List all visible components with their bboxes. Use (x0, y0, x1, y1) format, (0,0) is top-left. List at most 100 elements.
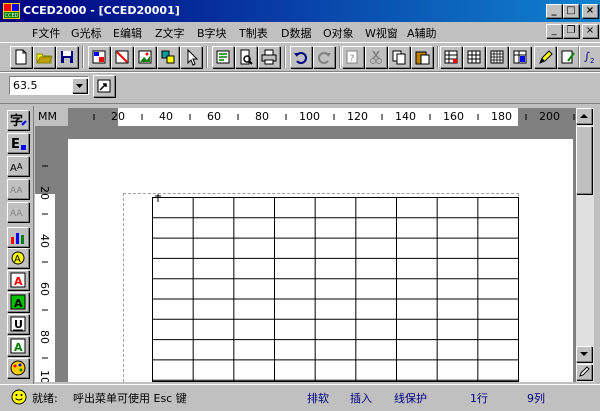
chart-button[interactable] (7, 227, 29, 247)
scroll-up-button[interactable] (576, 108, 592, 124)
pen-button[interactable] (534, 46, 556, 68)
select-button[interactable] (180, 46, 202, 68)
svg-text:A: A (10, 163, 17, 174)
font-color-box-icon: A (10, 338, 26, 354)
cut-button[interactable] (365, 46, 387, 68)
doc-close-button[interactable]: × (582, 24, 598, 38)
insert-image-button[interactable] (134, 46, 156, 68)
undo-button[interactable] (290, 46, 312, 68)
draw-line-button[interactable] (111, 46, 133, 68)
typeset-button[interactable] (212, 46, 234, 68)
new-button[interactable] (10, 46, 32, 68)
layout-button[interactable] (88, 46, 110, 68)
svg-text:字: 字 (10, 113, 23, 129)
underline-button[interactable]: U (7, 314, 29, 334)
find-button[interactable]: ? (342, 46, 364, 68)
font-color-box-button[interactable]: A (7, 336, 29, 356)
palette-button[interactable] (7, 358, 29, 378)
font-style-button[interactable]: 字 (7, 110, 29, 130)
edit-doc-button[interactable] (557, 46, 579, 68)
underline-icon: U (10, 316, 26, 332)
apply-size-button[interactable] (93, 75, 115, 97)
table-draw-icon (513, 50, 527, 64)
print-preview-icon (240, 49, 253, 65)
formula-icon: ∫ 2 (584, 50, 594, 65)
font-scale-button[interactable]: AA (7, 156, 29, 176)
ruler-label: 40 (38, 234, 51, 248)
table-grid[interactable] (152, 197, 520, 382)
text-e-button[interactable]: E (7, 133, 29, 153)
ruler-corner: MM (35, 108, 68, 126)
window-title: CCED2000 - [CCED20001] (23, 4, 180, 17)
scroll-down-button[interactable] (576, 346, 592, 362)
table-format-button[interactable] (440, 46, 462, 68)
text-cursor-icon (155, 194, 161, 202)
menu-object[interactable]: O对象 (323, 25, 354, 41)
vertical-scrollbar[interactable] (576, 108, 594, 382)
toolbar-separator (206, 46, 208, 68)
copy-icon (392, 50, 406, 65)
scroll-thumb[interactable] (576, 126, 592, 194)
object-button[interactable] (157, 46, 179, 68)
maximize-icon: □ (566, 5, 576, 16)
menu-file[interactable]: F文件 (32, 25, 60, 41)
color-font-button[interactable]: A (7, 248, 29, 268)
menu-edit[interactable]: E编辑 (113, 25, 142, 41)
image-icon (138, 50, 152, 64)
horizontal-ruler[interactable]: 20 40 60 80 100 120 140 160 180 200 (68, 108, 576, 126)
redo-button[interactable] (313, 46, 335, 68)
status-typeset-mode[interactable]: 排软 (307, 390, 329, 406)
menu-table[interactable]: T制表 (239, 25, 268, 41)
save-button[interactable] (56, 46, 78, 68)
menu-text[interactable]: Z文字 (155, 25, 185, 41)
minimize-button[interactable]: _ (546, 4, 562, 18)
font-expand-button[interactable]: AA (7, 202, 29, 222)
typeset-icon (216, 50, 230, 64)
menu-block[interactable]: B字块 (197, 25, 227, 41)
open-button[interactable] (33, 46, 55, 68)
menu-cursor[interactable]: G光标 (71, 25, 102, 41)
app-icon[interactable]: CCED (3, 3, 20, 19)
redo-icon (318, 52, 331, 64)
copy-button[interactable] (388, 46, 410, 68)
new-document-icon (15, 49, 27, 65)
maximize-button[interactable]: □ (563, 4, 579, 18)
toolbar-separator (82, 46, 84, 68)
font-color-red-button[interactable]: A (7, 270, 29, 290)
title-bar: CCED CCED2000 - [CCED20001] _ □ × (0, 0, 600, 22)
close-button[interactable]: × (582, 4, 598, 18)
menu-window[interactable]: W视窗 (365, 25, 398, 41)
draw-line-icon (115, 50, 129, 64)
doc-restore-button[interactable]: ❐ (563, 24, 579, 38)
print-preview-button[interactable] (235, 46, 257, 68)
print-button[interactable] (258, 46, 280, 68)
ruler-label: 10 (38, 370, 51, 382)
edit-toggle-button[interactable] (576, 364, 592, 380)
ruler-label: 180 (491, 110, 512, 123)
status-line-protect[interactable]: 线保护 (394, 390, 427, 406)
open-folder-icon (36, 53, 53, 64)
font-shrink-button[interactable]: AA (7, 179, 29, 199)
menu-data[interactable]: D数据 (281, 25, 311, 41)
status-insert-mode[interactable]: 插入 (350, 390, 372, 406)
smiley-icon (11, 389, 27, 405)
menu-assist[interactable]: A辅助 (407, 25, 437, 41)
font-size-combobox[interactable]: 63.5 (9, 76, 89, 95)
pencil-icon (579, 366, 590, 377)
format-toolbar (0, 72, 600, 104)
formula-button[interactable]: ∫ 2 (579, 46, 600, 68)
svg-text:AA: AA (10, 186, 23, 196)
grid-button[interactable] (486, 46, 508, 68)
document-page[interactable] (68, 139, 573, 382)
combo-dropdown-button[interactable] (72, 78, 87, 93)
table-insert-icon (467, 50, 481, 64)
ruler-label: 60 (207, 110, 221, 123)
table-insert-button[interactable] (463, 46, 485, 68)
status-col: 9列 (527, 392, 545, 405)
vertical-ruler[interactable]: 20 40 60 80 10 (35, 126, 55, 382)
doc-minimize-button[interactable]: _ (546, 24, 562, 38)
paste-button[interactable] (411, 46, 433, 68)
status-hint: 呼出菜单可使用 Esc 键 (73, 392, 187, 405)
table-draw-button[interactable] (509, 46, 531, 68)
font-color-green-button[interactable]: A (7, 292, 29, 312)
